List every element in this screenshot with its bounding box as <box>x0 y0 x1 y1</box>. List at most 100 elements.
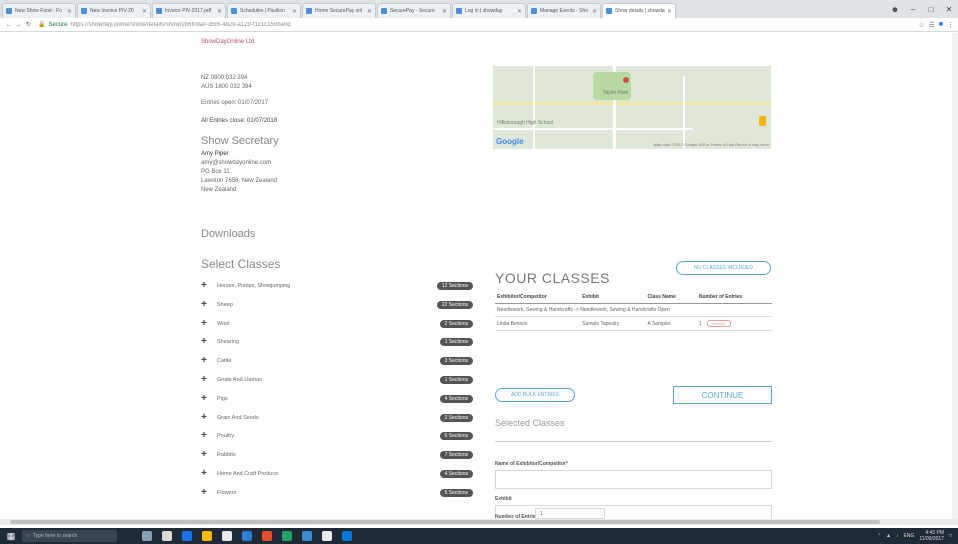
organiser-link[interactable]: ShowDayOnline Ltd <box>201 39 254 45</box>
notifications-icon[interactable]: □ <box>949 533 952 539</box>
expand-plus-icon[interactable]: + <box>201 469 211 479</box>
browser-tab[interactable]: Invoice PIV-2017.pdf ✕ <box>152 3 226 18</box>
expand-plus-icon[interactable]: + <box>201 375 211 385</box>
browser-tab[interactable]: Show details | showday ✕ <box>602 3 676 18</box>
maximize-icon[interactable]: □ <box>922 5 940 14</box>
taskbar-app-icon[interactable] <box>222 531 232 541</box>
forward-icon[interactable]: → <box>14 22 23 28</box>
class-category-row[interactable]: + Flowers 5 Sections <box>201 487 473 499</box>
no-classes-button[interactable]: NO CLASSES INCLUDED <box>676 261 771 275</box>
class-category-row[interactable]: + Goats And Llamas 1 Sections <box>201 374 473 386</box>
taskbar-search-input[interactable]: ○ Type here to search <box>22 530 117 542</box>
number-of-entries-input[interactable]: 1 <box>535 508 605 519</box>
class-category-row[interactable]: + Cattle 3 Sections <box>201 355 473 367</box>
secretary-email[interactable]: amy@showdayonline.com <box>201 159 271 168</box>
browser-tab[interactable]: New Show Food - Fo ✕ <box>2 3 76 18</box>
taskbar-app-icon[interactable] <box>162 531 172 541</box>
reload-icon[interactable]: ↻ <box>24 21 33 28</box>
vertical-scrollbar[interactable] <box>952 33 958 519</box>
extension-icon[interactable]: ☰ <box>928 21 934 29</box>
close-tab-icon[interactable]: ✕ <box>67 8 72 15</box>
continue-button[interactable]: CONTINUE <box>673 386 772 404</box>
volume-icon[interactable]: ♪ <box>896 533 899 539</box>
browser-tab[interactable]: New Invoice PIV-20 ✕ <box>77 3 151 18</box>
url-field[interactable]: 🔒 Secure https://showday.online/show/det… <box>34 19 914 30</box>
extension-square-icon[interactable]: ■ <box>939 21 943 28</box>
class-category-row[interactable]: + Wool 2 Sections <box>201 318 473 330</box>
minimize-icon[interactable]: – <box>904 5 922 14</box>
expand-plus-icon[interactable]: + <box>201 487 211 498</box>
taskbar-app-icon[interactable] <box>322 531 332 541</box>
class-category-row[interactable]: + Sheep 22 Sections <box>201 299 473 311</box>
horizontal-scrollbar[interactable] <box>0 519 958 525</box>
browser-tab[interactable]: Log in | showday ✕ <box>452 3 526 18</box>
expand-plus-icon[interactable]: + <box>201 356 211 366</box>
network-icon[interactable]: ▲ <box>886 533 891 539</box>
close-tab-icon[interactable]: ✕ <box>367 8 372 15</box>
system-tray: ⌃ ▲ ♪ ENG 4:43 PM 11/09/2017 □ <box>872 528 952 544</box>
taskbar-app-icon[interactable] <box>142 531 152 541</box>
back-icon[interactable]: ← <box>4 22 13 28</box>
close-tab-icon[interactable]: ✕ <box>442 8 447 15</box>
street-view-icon[interactable] <box>759 116 766 126</box>
class-category-row[interactable]: + Rabbits 7 Sections <box>201 449 473 461</box>
taskbar-app-icon[interactable] <box>202 531 212 541</box>
class-category-row[interactable]: + Grain And Seeds 2 Sections <box>201 412 473 424</box>
tab-label: New Show Food - Fo <box>15 8 62 14</box>
menu-icon[interactable]: ⋮ <box>947 21 954 29</box>
close-tab-icon[interactable]: ✕ <box>217 8 222 15</box>
expand-plus-icon[interactable]: + <box>201 450 211 460</box>
expand-plus-icon[interactable]: + <box>201 299 211 310</box>
close-tab-icon[interactable]: ✕ <box>292 8 297 15</box>
taskbar-app-icon[interactable] <box>242 531 252 541</box>
map-pin-icon[interactable] <box>623 77 629 83</box>
tab-favicon-icon <box>81 8 87 14</box>
tab-favicon-icon <box>606 8 612 14</box>
expand-plus-icon[interactable]: + <box>201 412 211 423</box>
class-category-row[interactable]: + Home And Craft Produce 4 Sections <box>201 468 473 480</box>
close-tab-icon[interactable]: ✕ <box>517 8 522 15</box>
star-icon[interactable]: ☆ <box>918 21 924 29</box>
language-indicator[interactable]: ENG <box>903 533 914 539</box>
column-header: Class Name <box>645 291 697 304</box>
expand-plus-icon[interactable]: + <box>201 318 211 329</box>
taskbar-app-icon[interactable] <box>182 531 192 541</box>
taskbar-app-icon[interactable] <box>342 531 352 541</box>
section-count-badge: 1 Sections <box>439 338 473 347</box>
class-category-name: Rabbits <box>217 452 236 459</box>
secretary-heading: Show Secretary <box>201 135 279 147</box>
section-count-badge: 2 Sections <box>439 413 473 422</box>
close-window-icon[interactable]: ✕ <box>940 5 958 14</box>
add-bulk-entries-button[interactable]: ADD BULK ENTRIES <box>495 388 575 402</box>
chevron-up-icon[interactable]: ⌃ <box>877 533 881 539</box>
close-tab-icon[interactable]: ✕ <box>592 8 597 15</box>
profile-icon[interactable]: ☻ <box>886 5 904 14</box>
class-category-row[interactable]: + Horses, Ponies, Showjumping 12 Sections <box>201 280 473 292</box>
close-tab-icon[interactable]: ✕ <box>142 8 147 15</box>
search-icon: ○ <box>26 533 30 539</box>
taskbar-app-icon[interactable] <box>302 531 312 541</box>
class-category-row[interactable]: + Shearing 1 Sections <box>201 336 473 348</box>
section-path: Needlework, Sewing & Handcrafts -> Needl… <box>495 303 772 317</box>
remove-entry-button[interactable]: remove <box>707 320 731 327</box>
clock[interactable]: 4:43 PM 11/09/2017 <box>919 530 944 542</box>
class-category-row[interactable]: + Poultry 6 Sections <box>201 430 473 442</box>
expand-plus-icon[interactable]: + <box>201 337 211 347</box>
class-category-row[interactable]: + Pigs 4 Sections <box>201 393 473 405</box>
browser-tab[interactable]: Manage Events - Sho ✕ <box>527 3 601 18</box>
windows-start-icon[interactable]: ▦ <box>0 528 22 544</box>
taskbar-app-icon[interactable] <box>262 531 272 541</box>
expand-plus-icon[interactable]: + <box>201 281 211 291</box>
expand-plus-icon[interactable]: + <box>201 393 211 404</box>
cell-entries: 1 remove <box>696 316 772 331</box>
close-tab-icon[interactable]: ✕ <box>667 8 672 15</box>
exhibitor-name-input[interactable] <box>495 470 772 489</box>
scrollbar-thumb[interactable] <box>10 520 880 524</box>
class-category-name: Horses, Ponies, Showjumping <box>217 283 291 289</box>
location-map[interactable]: Taylor Park Hillsborough High School Goo… <box>493 66 771 149</box>
expand-plus-icon[interactable]: + <box>201 431 211 441</box>
taskbar-app-icon[interactable] <box>282 531 292 541</box>
browser-tab[interactable]: SecurePay - Secure ✕ <box>377 3 451 18</box>
browser-tab[interactable]: Schedules | Pavilion ✕ <box>227 3 301 18</box>
browser-tab[interactable]: Home SecurePay onl ✕ <box>302 3 376 18</box>
